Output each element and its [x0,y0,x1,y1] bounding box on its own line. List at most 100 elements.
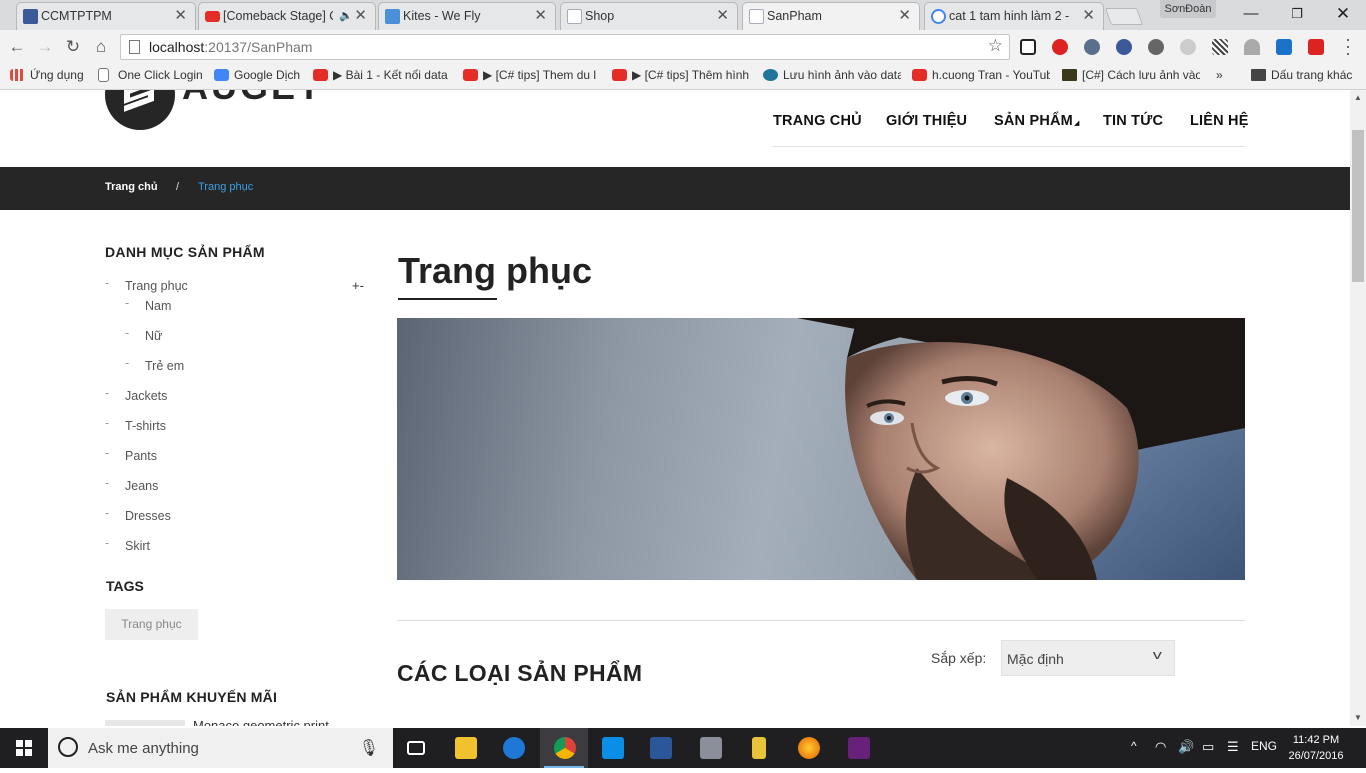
category-skirt[interactable]: - Skirt [105,536,150,553]
category-tshirts[interactable]: - T-shirts [105,416,166,433]
page-info-icon[interactable] [129,40,140,54]
category-trang-phuc[interactable]: - Trang phục [105,276,188,293]
promo-item-name[interactable]: Monaco geometric print [193,718,329,726]
taskbar-edge[interactable] [489,728,537,768]
facebook-ext-icon[interactable] [1116,39,1132,55]
tag-trang-phuc[interactable]: Trang phục [105,609,198,640]
wifi-icon[interactable]: ◠ [1155,739,1166,755]
restore-icon[interactable]: ❐ [1274,0,1320,28]
skype-ext-icon[interactable] [1276,39,1292,55]
new-tab-button[interactable] [1104,8,1144,25]
nav-lien-he[interactable]: LIÊN HỆ [1190,113,1249,129]
nav-gioi-thieu[interactable]: GIỚI THIỆU [886,113,967,129]
tab-sanpham[interactable]: SanPham ✕ [742,2,920,30]
scrollbar-thumb[interactable] [1352,130,1364,282]
tab-kites[interactable]: Kites - We Fly ✕ [378,2,556,30]
close-icon[interactable]: ✕ [174,3,187,29]
sort-select[interactable]: Mặc định v [1001,640,1175,676]
bookmark-other-bookmarks[interactable]: Dấu trang khác [1251,64,1363,90]
category-toggle-button[interactable]: +- [352,278,364,293]
cortana-search-box[interactable]: Ask me anything 🎙 [48,728,393,768]
bookmark-csharp-tips-2[interactable]: ▶ [C# tips] Thêm hình [612,64,750,90]
category-jeans[interactable]: - Jeans [105,476,158,493]
address-bar[interactable]: localhost:20137/SanPham ☆ [120,34,1010,60]
taskbar-tools[interactable] [686,728,734,768]
taskbar-firefox[interactable] [784,728,832,768]
tab-ccmtptpm[interactable]: CCMTPTPM ✕ [16,2,196,30]
url-text[interactable]: localhost:20137/SanPham [149,39,312,55]
category-banner-image [397,318,1245,580]
reload-icon[interactable]: ↻ [62,36,84,58]
promo-thumbnail[interactable] [105,720,185,726]
subcategory-tre-em[interactable]: - Trẻ em [125,356,184,373]
breadcrumb-home[interactable]: Trang chủ [105,181,158,193]
ublock-icon[interactable] [1084,39,1100,55]
bookmark-google-translate[interactable]: Google Dịch [214,64,306,90]
subcategory-nu[interactable]: - Nữ [125,326,162,343]
bookmark-luu-hinh-anh[interactable]: Lưu hình ảnh vào data [763,64,901,90]
bookmark-apps[interactable]: Ứng dụng [10,64,90,90]
microphone-icon[interactable]: 🎙 [359,738,379,758]
taskbar-word[interactable] [636,728,684,768]
bookmark-hcuong-tran[interactable]: h.cuong Tran - YouTub [912,64,1050,90]
nav-san-pham[interactable]: SẢN PHẨM◢ [994,113,1080,129]
bookmark-star-icon[interactable]: ☆ [988,36,1003,56]
taskbar-chrome[interactable] [540,728,588,768]
extension-icon[interactable] [1148,39,1164,55]
qr-code-icon[interactable] [1212,39,1228,55]
battery-icon[interactable]: ▭ [1202,739,1214,755]
home-icon[interactable]: ⌂ [90,36,112,58]
bookmarks-overflow-button[interactable]: » [1204,64,1234,90]
bookmark-label: ▶ Bài 1 - Kết nối data [333,68,448,82]
taskbar-file-explorer[interactable] [441,728,489,768]
profile-button[interactable]: SơnĐoàn [1160,0,1216,18]
scroll-up-icon[interactable]: ▲ [1350,90,1366,106]
word-icon [650,737,672,759]
task-view-button[interactable] [393,728,441,768]
nav-divider [772,146,1245,147]
category-label: Trang phục [125,279,188,293]
bookmark-csharp-tips-1[interactable]: ▶ [C# tips] Them du l [463,64,601,90]
bookmark-bai1[interactable]: ▶ Bài 1 - Kết nối data [313,64,449,90]
category-dresses[interactable]: - Dresses [105,506,171,523]
taskbar-visual-studio[interactable] [834,728,882,768]
language-indicator[interactable]: ENG [1251,739,1277,753]
close-icon[interactable]: ✕ [534,3,547,29]
tray-overflow-icon[interactable]: ^ [1131,739,1137,753]
heart-icon[interactable] [1244,39,1260,55]
subcategory-nam[interactable]: - Nam [125,296,171,313]
taskbar-archive[interactable] [734,728,782,768]
tab-shop[interactable]: Shop ✕ [560,2,738,30]
category-pants[interactable]: - Pants [105,446,157,463]
extension-gray-icon[interactable] [1180,39,1196,55]
back-icon[interactable]: ← [6,36,28,58]
close-icon[interactable]: ✕ [1082,3,1095,29]
adblock-icon[interactable] [1052,39,1068,55]
action-center-icon[interactable]: ☰ [1227,739,1239,755]
browser-menu-icon[interactable]: · · · [1341,30,1355,62]
close-icon[interactable]: ✕ [354,3,367,29]
minimize-icon[interactable]: — [1228,0,1274,28]
nav-tin-tuc[interactable]: TIN TỨC [1103,113,1163,129]
page-scrollbar[interactable]: ▲ ▼ [1350,90,1366,726]
bookmark-csharp-cach-luu[interactable]: [C#] Cách lưu ảnh vào [1062,64,1200,90]
audio-icon[interactable]: 🔈 [339,3,353,29]
tab-comeback-stage[interactable]: [Comeback Stage] C 🔈 ✕ [198,2,376,30]
close-window-icon[interactable]: ✕ [1320,0,1366,28]
close-icon[interactable]: ✕ [898,3,911,29]
site-logo-text[interactable]: AUGET [182,90,323,108]
forward-icon[interactable]: → [34,36,56,58]
video-ext-icon[interactable] [1308,39,1324,55]
volume-icon[interactable]: 🔊 [1178,739,1194,755]
category-jackets[interactable]: - Jackets [105,386,167,403]
extension-pocket-icon[interactable] [1020,39,1036,55]
taskbar-zalo[interactable] [588,728,636,768]
tab-google-search[interactable]: cat 1 tam hinh làm 2 - ✕ [924,2,1104,30]
system-clock[interactable]: 11:42 PM 26/07/2016 [1280,732,1352,764]
nav-trang-chu[interactable]: TRANG CHỦ [773,113,862,129]
start-button[interactable] [0,728,48,768]
scroll-down-icon[interactable]: ▼ [1350,710,1366,726]
close-icon[interactable]: ✕ [716,3,729,29]
bookmark-one-click-login[interactable]: One Click Login [98,64,206,90]
wordpress-icon [763,69,778,81]
